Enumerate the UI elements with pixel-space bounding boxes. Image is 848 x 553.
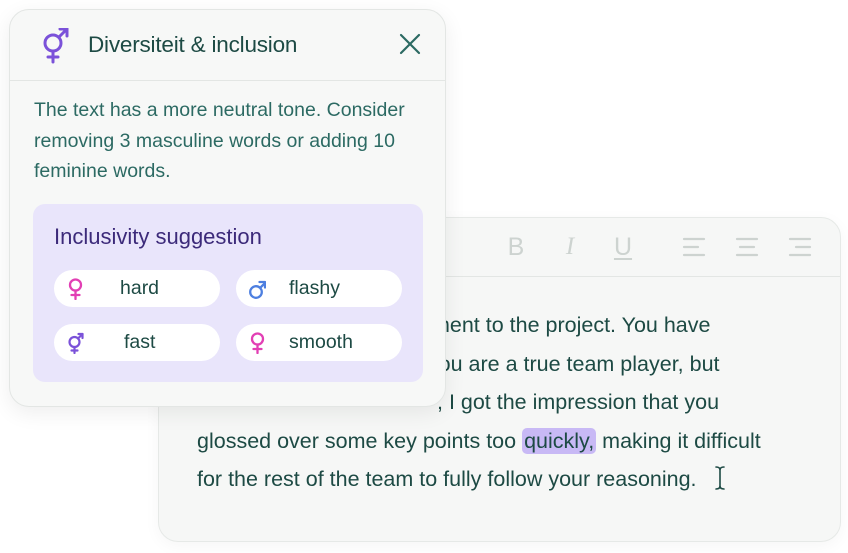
suggestion-title: Inclusivity suggestion [54,224,262,249]
highlighted-word[interactable]: quickly, [522,427,597,454]
align-center-button[interactable] [732,232,762,262]
align-left-icon [682,237,706,257]
underline-button[interactable]: U [608,232,638,262]
align-right-icon [788,237,812,257]
align-center-icon [735,237,759,257]
chip-label: fast [124,331,156,353]
diversity-inclusion-panel: Diversiteit & inclusion The text has a m… [9,9,446,407]
text-segment: making it difficult [602,428,761,453]
panel-header: Diversiteit & inclusion [10,10,445,81]
female-icon [68,278,83,300]
suggestion-chip-smooth[interactable]: smooth [236,324,402,361]
align-left-button[interactable] [679,232,709,262]
chip-label: hard [120,277,160,299]
panel-title: Diversiteit & inclusion [88,32,298,57]
chip-label: smooth [289,331,353,353]
bold-button[interactable]: B [501,232,531,262]
gender-fluid-icon [43,28,69,64]
text-segment: glossed over some key points too [197,428,517,453]
suggestion-chip-fast[interactable]: fast [54,324,220,361]
text-cursor-icon [714,466,725,490]
close-button[interactable] [398,32,422,56]
suggestion-chip-hard[interactable]: hard [54,270,220,307]
text-line: glossed over some key points too quickly… [197,422,837,461]
female-icon [250,332,265,354]
text-line: for the rest of the team to fully follow… [197,460,837,499]
inclusivity-suggestion-box: Inclusivity suggestion hard flashy fast … [33,204,423,382]
gender-fluid-icon [68,332,84,354]
male-icon [249,280,266,299]
text-segment: for the rest of the team to fully follow… [197,467,697,491]
suggestion-chip-flashy[interactable]: flashy [236,270,402,307]
italic-button[interactable]: I [555,232,585,262]
panel-description: The text has a more neutral tone. Consid… [34,99,405,182]
align-right-button[interactable] [785,232,815,262]
chip-label: flashy [289,277,340,299]
